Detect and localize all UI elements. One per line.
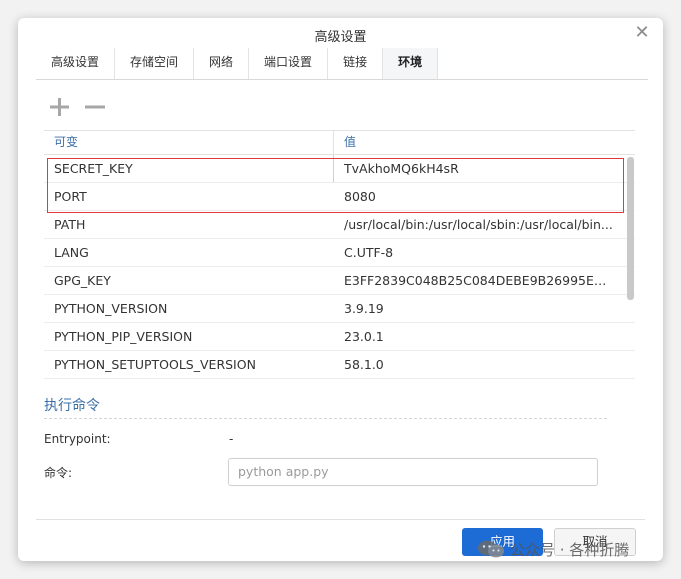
command-input[interactable]: python app.py xyxy=(228,458,598,486)
env-key-cell[interactable]: PYTHON_SETUPTOOLS_VERSION xyxy=(44,351,334,378)
env-key-cell[interactable]: PORT xyxy=(44,183,334,210)
env-value-cell[interactable]: 58.1.0 xyxy=(334,351,614,378)
entrypoint-label: Entrypoint: xyxy=(44,432,111,446)
env-value-cell[interactable]: TvAkhoMQ6kH4sR xyxy=(334,155,614,182)
tab-advanced-settings[interactable]: 高级设置 xyxy=(36,48,116,79)
table-row[interactable]: PATH /usr/local/bin:/usr/local/sbin:/usr… xyxy=(44,211,635,239)
env-key-cell[interactable]: PYTHON_VERSION xyxy=(44,295,334,322)
table-row[interactable]: PYTHON_VERSION 3.9.19 xyxy=(44,295,635,323)
env-variable-table: 可变 值 SECRET_KEY TvAkhoMQ6kH4sR PORT 8080… xyxy=(44,130,635,382)
table-row[interactable]: PYTHON_SETUPTOOLS_VERSION 58.1.0 xyxy=(44,351,635,379)
env-key-cell[interactable]: PYTHON_PIP_VERSION xyxy=(44,323,334,350)
tab-storage[interactable]: 存储空间 xyxy=(115,48,195,79)
tab-links[interactable]: 链接 xyxy=(328,48,384,79)
table-row[interactable]: GPG_KEY E3FF2839C048B25C084DEBE9B26995E3… xyxy=(44,267,635,295)
table-row[interactable]: LANG C.UTF-8 xyxy=(44,239,635,267)
dialog-titlebar: 高级设置 ✕ xyxy=(18,18,663,48)
exec-section-title: 执行命令 xyxy=(44,398,100,414)
env-value-cell[interactable]: E3FF2839C048B25C084DEBE9B26995E310... xyxy=(334,267,614,294)
plus-icon[interactable] xyxy=(48,96,70,118)
advanced-settings-dialog: 高级设置 ✕ 高级设置 存储空间 网络 端口设置 链接 环境 可变 值 SECR… xyxy=(18,18,663,561)
wechat-icon xyxy=(476,539,506,559)
env-key-cell[interactable]: GPG_KEY xyxy=(44,267,334,294)
watermark-text: 公众号 · 各种折腾 xyxy=(510,540,630,559)
env-value-cell[interactable]: 23.0.1 xyxy=(334,323,614,350)
section-divider xyxy=(44,418,607,419)
minus-icon[interactable] xyxy=(84,96,106,118)
entrypoint-value: - xyxy=(229,432,234,446)
env-key-cell[interactable]: LANG xyxy=(44,239,334,266)
env-value-cell[interactable]: 8080 xyxy=(334,183,614,210)
tab-network[interactable]: 网络 xyxy=(194,48,250,79)
column-header-value[interactable]: 值 xyxy=(334,131,635,154)
tab-environment[interactable]: 环境 xyxy=(383,48,439,79)
column-header-variable[interactable]: 可变 xyxy=(44,131,334,154)
table-row[interactable]: PORT 8080 xyxy=(44,183,635,211)
tab-bar: 高级设置 存储空间 网络 端口设置 链接 环境 xyxy=(36,48,648,80)
tab-port-settings[interactable]: 端口设置 xyxy=(249,48,329,79)
footer-divider xyxy=(36,519,645,520)
dialog-title: 高级设置 xyxy=(314,30,367,45)
table-row[interactable]: PYTHON_PIP_VERSION 23.0.1 xyxy=(44,323,635,351)
env-value-cell[interactable]: /usr/local/bin:/usr/local/sbin:/usr/loca… xyxy=(334,211,614,238)
command-label: 命令: xyxy=(44,466,73,480)
table-header: 可变 值 xyxy=(44,130,635,155)
table-scrollbar[interactable] xyxy=(627,157,634,300)
env-value-cell[interactable]: C.UTF-8 xyxy=(334,239,614,266)
watermark: 公众号 · 各种折腾 xyxy=(476,537,629,561)
table-row[interactable]: SECRET_KEY TvAkhoMQ6kH4sR xyxy=(44,155,635,183)
close-icon[interactable]: ✕ xyxy=(633,24,651,42)
env-value-cell[interactable]: 3.9.19 xyxy=(334,295,614,322)
env-key-cell[interactable]: PATH xyxy=(44,211,334,238)
env-key-cell[interactable]: SECRET_KEY xyxy=(44,155,334,182)
